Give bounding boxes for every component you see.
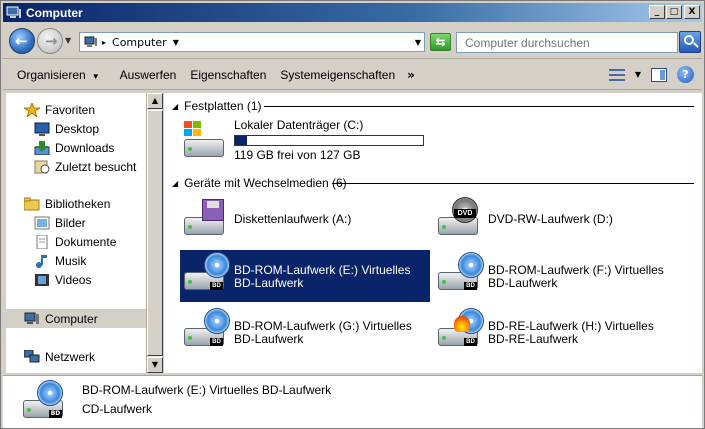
details-subtitle: CD-Laufwerk <box>82 402 153 416</box>
drive-c-free-space: 119 GB frei von 127 GB <box>234 148 361 162</box>
details-pane: BD BD-ROM-Laufwerk (E:) Virtuelles BD-La… <box>3 375 702 428</box>
bd-drive-icon: BD <box>180 252 230 296</box>
recent-pages-dropdown[interactable]: ▼ <box>65 36 71 45</box>
nav-computer[interactable]: Computer <box>6 309 146 328</box>
group-header-hard-disks[interactable]: ◢ Festplatten (1) <box>164 98 694 114</box>
music-icon <box>34 254 50 268</box>
collapse-icon[interactable]: ◢ <box>172 179 178 188</box>
scroll-down-icon[interactable]: ▼ <box>147 357 163 373</box>
nav-pictures[interactable]: Bilder <box>34 213 144 232</box>
computer-icon <box>6 6 22 20</box>
nav-documents[interactable]: Dokumente <box>34 232 144 251</box>
navigation-pane: Favoriten Desktop Downloads Zuletzt besu… <box>6 93 146 373</box>
address-bar[interactable]: ▸ Computer ▼ ▼ <box>79 32 425 52</box>
drive-c-label: Lokaler Datenträger (C:) <box>234 118 364 132</box>
bd-drive-icon: BD <box>180 308 230 352</box>
chevron-down-icon: ▼ <box>91 71 100 81</box>
change-view-icon[interactable] <box>608 68 625 82</box>
network-icon <box>23 349 40 364</box>
system-properties-button[interactable]: Systemeigenschaften <box>280 68 395 82</box>
refresh-button[interactable]: ⇆ <box>430 33 451 51</box>
details-title: BD-ROM-Laufwerk (E:) Virtuelles BD-Laufw… <box>82 383 332 397</box>
collapse-icon[interactable]: ◢ <box>172 102 178 111</box>
back-button[interactable]: ← <box>9 28 35 54</box>
videos-icon <box>34 273 50 287</box>
command-bar: Organisieren ▼ Auswerfen Eigenschaften Sy… <box>3 60 702 90</box>
drive-e[interactable]: BD BD-ROM-Laufwerk (E:) Virtuelles BD-La… <box>180 250 430 302</box>
window-title: Computer <box>26 5 83 20</box>
properties-button[interactable]: Eigenschaften <box>190 68 266 82</box>
maximize-icon: □ <box>669 6 679 17</box>
nav-network[interactable]: Netzwerk <box>23 347 144 366</box>
arrow-right-icon: → <box>45 32 58 50</box>
bd-drive-icon: BD <box>434 252 484 296</box>
view-options-dropdown[interactable]: ▼ <box>635 70 641 79</box>
scroll-thumb[interactable] <box>147 110 163 356</box>
nav-favorites[interactable]: Favoriten <box>22 100 144 119</box>
desktop-icon <box>34 122 50 136</box>
organize-menu[interactable]: Organisieren ▼ <box>17 68 100 82</box>
drive-a[interactable]: Diskettenlaufwerk (A:) <box>180 195 428 243</box>
drive-h[interactable]: BD BD-RE-Laufwerk (H:) Virtuelles BD-RE-… <box>434 306 684 358</box>
more-commands-button[interactable]: » <box>407 68 415 82</box>
nav-desktop[interactable]: Desktop <box>34 119 144 138</box>
search-input[interactable] <box>457 33 677 52</box>
preview-pane-icon[interactable] <box>651 67 667 82</box>
help-icon[interactable]: ? <box>677 66 694 83</box>
refresh-icon: ⇆ <box>435 35 446 49</box>
libraries-icon <box>23 197 40 211</box>
drive-f[interactable]: BD BD-ROM-Laufwerk (F:) Virtuelles BD-La… <box>434 250 684 302</box>
title-bar[interactable]: Computer _ □ X <box>3 3 702 22</box>
dvd-drive-icon: DVD <box>434 197 484 241</box>
breadcrumb-computer[interactable]: Computer <box>112 36 167 49</box>
eject-button[interactable]: Auswerfen <box>120 68 177 82</box>
downloads-icon <box>34 140 50 155</box>
search-field[interactable] <box>456 32 678 53</box>
documents-icon <box>34 234 50 249</box>
scroll-up-icon[interactable]: ▲ <box>147 93 163 109</box>
hard-drive-icon <box>180 119 230 163</box>
file-list: ◢ Festplatten (1) Lokaler Datenträger (C… <box>164 93 702 373</box>
drive-c-capacity-fill <box>235 136 247 145</box>
nav-libraries[interactable]: Bibliotheken <box>23 194 144 213</box>
pictures-icon <box>34 216 50 230</box>
drive-d[interactable]: DVD DVD-RW-Laufwerk (D:) <box>434 195 682 243</box>
recent-places-icon <box>34 160 50 174</box>
breadcrumb-dropdown-icon[interactable]: ▼ <box>173 38 179 47</box>
nav-downloads[interactable]: Downloads <box>34 138 144 157</box>
nav-recent-places[interactable]: Zuletzt besucht <box>34 157 144 176</box>
nav-scrollbar[interactable]: ▲ ▼ <box>146 93 163 373</box>
minimize-button[interactable]: _ <box>649 5 665 19</box>
arrow-left-icon: ← <box>15 32 28 50</box>
star-icon <box>22 101 42 118</box>
group-header-removable[interactable]: ◢ Geräte mit Wechselmedien (6) <box>164 175 694 191</box>
computer-icon <box>24 312 40 326</box>
breadcrumb-arrow-icon[interactable]: ▸ <box>102 38 106 47</box>
forward-button[interactable]: → <box>37 28 63 54</box>
drive-c-capacity-bar <box>234 135 424 146</box>
address-dropdown-icon[interactable]: ▼ <box>415 38 421 47</box>
drive-g[interactable]: BD BD-ROM-Laufwerk (G:) Virtuelles BD-La… <box>180 306 430 358</box>
floppy-drive-icon <box>180 197 230 241</box>
explorer-window: Computer _ □ X ← → ▼ ▸ Computer ▼ ▼ ⇆ Or… <box>0 0 705 429</box>
bd-re-drive-icon: BD <box>434 308 484 352</box>
drive-c[interactable]: Lokaler Datenträger (C:) 119 GB frei von… <box>180 119 440 167</box>
address-row: ← → ▼ ▸ Computer ▼ ▼ ⇆ <box>3 23 702 59</box>
maximize-button[interactable]: □ <box>666 5 682 19</box>
search-button[interactable] <box>679 31 701 53</box>
minimize-icon: _ <box>654 6 660 17</box>
close-button[interactable]: X <box>684 5 700 19</box>
nav-videos[interactable]: Videos <box>34 270 144 289</box>
close-icon: X <box>688 6 696 17</box>
bd-drive-icon: BD <box>19 380 69 424</box>
computer-icon <box>84 36 98 48</box>
nav-music[interactable]: Musik <box>34 251 144 270</box>
